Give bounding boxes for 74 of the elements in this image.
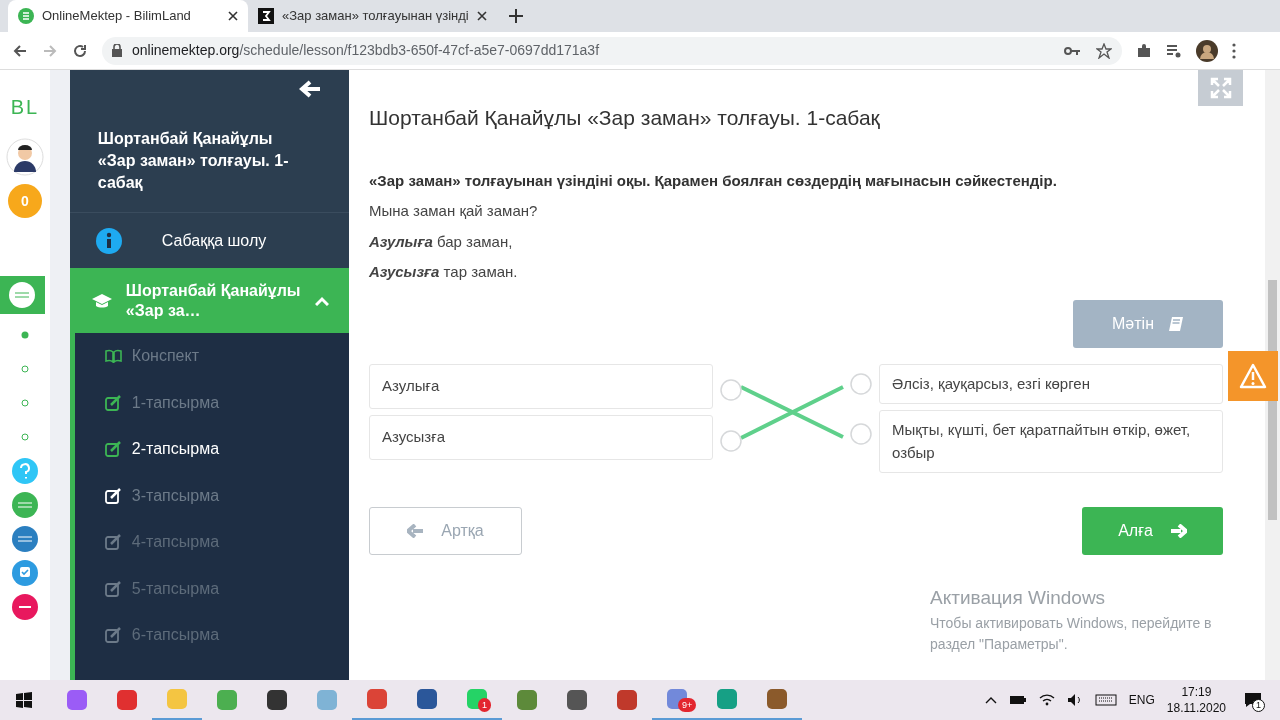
caret-up-icon[interactable] [984,696,997,704]
warning-icon [1239,363,1267,389]
avatar-icon[interactable] [1196,39,1218,62]
book-icon [104,349,122,364]
notification-count: 1 [1252,699,1265,712]
notification-count: 9+ [678,698,697,712]
edit-icon [104,627,122,644]
notification-count: 1 [478,698,491,712]
edit-icon [104,394,122,411]
back-arrow-icon[interactable] [299,80,321,98]
poem-line: Азулыға бар заман, [369,231,514,252]
reload-icon[interactable] [72,42,88,59]
hollow-dot-icon[interactable] [20,365,29,373]
avatar-silhouette-icon[interactable] [5,138,44,176]
browser-tab[interactable]: «Зар заман» толғауынан үзінді [248,0,497,32]
activation-text: Чтобы активировать Windows, перейдите в раздел "Параметры". [930,613,1213,654]
taskbar-app[interactable]: 1 [452,680,502,720]
close-icon[interactable] [476,11,487,21]
graduation-cap-icon [91,292,112,309]
puzzle-icon[interactable] [1136,42,1152,59]
match-answer[interactable]: Мықты, күшті, бет қаратпайтын өткір, өжет, озбыр [879,410,1223,473]
expand-icon [1209,77,1232,99]
filled-dot-icon[interactable] [20,331,29,339]
star-icon[interactable] [1096,42,1112,59]
report-button[interactable] [1228,351,1278,401]
poem-line: Мына заман қай заман? [369,201,539,221]
wifi-icon[interactable] [1038,694,1055,706]
task-instruction: «Зар заман» толғауынан үзіндіні оқы. Қарамен боялған сөздердің мағынасын сәйкестендір. [369,170,1058,191]
activation-title: Активация Windows [930,586,1107,610]
match-option[interactable]: Азулыға [369,363,713,409]
menu-icon[interactable] [1232,42,1236,59]
clock-time[interactable]: 17:19 [1166,684,1226,700]
language-indicator[interactable]: ENG [1128,691,1155,709]
poem-line: Азусызға тар заман. [369,262,519,282]
square-logo-icon [258,8,274,24]
url-host: onlinemektep.org [132,41,240,60]
right-arrow-icon [1170,524,1187,538]
battery-icon[interactable] [1008,695,1027,705]
scrollbar[interactable] [1265,70,1280,680]
back-icon[interactable] [12,42,28,59]
overview-item[interactable]: Сабаққа шолу [69,213,349,268]
taskbar-app[interactable]: 9+ [652,680,702,720]
windows-start-icon[interactable] [16,692,32,708]
new-tab-icon[interactable] [508,9,523,23]
help-icon[interactable] [11,458,38,484]
edit-icon [104,580,122,597]
match-option[interactable]: Азусызға [369,414,713,460]
left-arrow-icon [407,524,424,538]
site-logo-icon [18,8,34,24]
clock-date[interactable]: 18.11.2020 [1166,700,1226,716]
hollow-dot-icon[interactable] [20,433,29,441]
active-app-tab[interactable] [0,276,45,314]
book-icon [1167,315,1184,332]
url-path: /schedule/lesson/f123bdb3-650f-47cf-a5e7-0697dd171a3f [239,41,600,60]
edit-icon [104,487,122,504]
lesson-title: Шортанбай Қанайұлы «Зар заман» толғауы. 1-сабақ [97,129,290,193]
edit-icon [104,534,122,551]
address-bar[interactable]: onlinemektep.org/schedule/lesson/f123bdb3-650f-47cf-a5e7-0697dd171a3f [102,36,1122,65]
close-icon[interactable] [228,11,238,21]
keyboard-icon[interactable] [1094,694,1117,706]
forward-icon[interactable] [42,42,58,59]
browser-tab[interactable]: OnlineMektep - BilimLand [8,0,248,32]
info-icon [95,227,122,254]
hollow-dot-icon[interactable] [20,399,29,407]
lock-icon [112,44,122,57]
edit-icon [104,441,122,458]
speaker-icon[interactable] [1066,693,1083,707]
lesson-heading: Шортанбай Қанайұлы «Зар заман» толғауы. 1-сабақ [369,105,881,131]
lesson-item[interactable]: 2-тапсырма [74,426,349,473]
notification-center[interactable]: 1 [1238,685,1268,715]
coin-counter: 0 [7,184,42,218]
playlist-icon[interactable] [1166,43,1182,58]
key-icon[interactable] [1064,45,1080,56]
match-answer[interactable]: Әлсіз, қауқарсыз, езгі көрген [879,363,1223,404]
